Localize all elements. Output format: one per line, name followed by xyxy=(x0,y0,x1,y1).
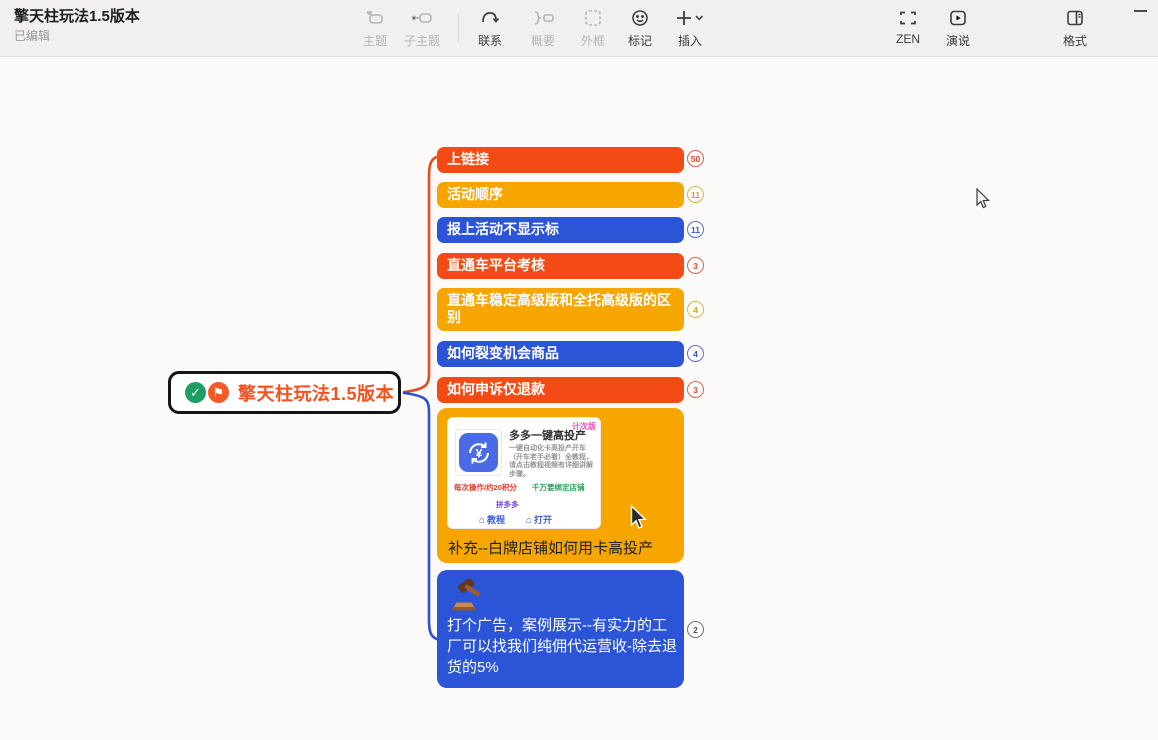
toolbar-topic-label: 主题 xyxy=(363,32,387,49)
badge-value: 4 xyxy=(693,349,698,359)
document-status: 已编辑 xyxy=(14,27,50,44)
badge-value: 11 xyxy=(691,190,700,200)
tool-icon-frame: ¥ xyxy=(455,429,502,476)
badge-value: 50 xyxy=(691,154,700,164)
children-count-badge[interactable]: 4 xyxy=(687,345,704,362)
tool-card-cost-note: 每次操作/约20积分 xyxy=(454,482,517,493)
toolbar-boundary-button[interactable]: 外框 xyxy=(567,6,619,52)
open-button[interactable]: ⌂打开 xyxy=(526,513,552,526)
document-title: 擎天柱玩法1.5版本 xyxy=(14,5,140,26)
svg-text:¥: ¥ xyxy=(475,446,482,460)
topic-node-with-image[interactable]: ¥ 多多一键高投产 计次版 一键自动化卡高投产开车（开车老手必看）全教程，请点击… xyxy=(437,408,684,563)
topic-label: 打个广告，案例展示--有实力的工厂可以找我们纯佣代运营收-除去退货的5% xyxy=(447,615,677,678)
toolbar-summary-button[interactable]: 概要 xyxy=(517,6,569,52)
topic-label: 上链接 xyxy=(437,147,684,173)
topic-label: 报上活动不显示标 xyxy=(437,217,684,243)
badge-value: 3 xyxy=(693,261,698,271)
check-circle-icon[interactable]: ✓ xyxy=(185,382,206,403)
children-count-badge[interactable]: 3 xyxy=(687,257,704,274)
window-minimize-button[interactable] xyxy=(1134,10,1147,12)
topic-label: 补充--白牌店铺如何用卡高投产 xyxy=(448,537,653,558)
tutorial-button-label: 教程 xyxy=(487,515,505,525)
toolbar-insert-label: 插入 xyxy=(678,32,702,49)
open-button-label: 打开 xyxy=(534,515,552,525)
children-count-badge[interactable]: 50 xyxy=(687,150,704,167)
topic-icon xyxy=(364,6,386,30)
toolbar-insert-button[interactable]: 插入 xyxy=(664,6,716,52)
toolbar-present-label: 演说 xyxy=(946,32,970,49)
insert-plus-icon xyxy=(675,6,705,30)
gavel-icon xyxy=(450,579,490,613)
toolbar-format-button[interactable]: 格式 xyxy=(1049,6,1101,52)
toolbar-present-button[interactable]: 演说 xyxy=(932,6,984,52)
format-panel-icon xyxy=(1065,6,1085,30)
mouse-cursor-secondary xyxy=(630,505,648,531)
topic-label: 如何申诉仅退款 xyxy=(437,377,684,403)
topic-node[interactable]: 直通车稳定高级版和全托高级版的区别 xyxy=(437,288,684,331)
topic-node[interactable]: 如何申诉仅退款 xyxy=(437,377,684,403)
tool-card-bind-note: 千万要绑定店铺 xyxy=(532,482,585,493)
toolbar-format-label: 格式 xyxy=(1063,32,1087,49)
toolbar-relationship-label: 联系 xyxy=(478,32,502,49)
mouse-cursor xyxy=(976,188,991,210)
tutorial-button[interactable]: ⌂教程 xyxy=(479,513,505,526)
toolbar-boundary-label: 外框 xyxy=(581,32,605,49)
badge-value: 3 xyxy=(693,385,698,395)
home-icon: ⌂ xyxy=(479,515,485,526)
root-topic[interactable]: ✓ ⚑ 擎天柱玩法1.5版本 xyxy=(168,371,401,414)
flag-circle-icon[interactable]: ⚑ xyxy=(208,382,229,403)
toolbar-marker-button[interactable]: 标记 xyxy=(614,6,666,52)
tool-card-platform: 拼多多 xyxy=(496,499,519,510)
toolbar-divider xyxy=(458,14,459,42)
topic-node[interactable]: 活动顺序 xyxy=(437,182,684,208)
children-count-badge[interactable]: 3 xyxy=(687,381,704,398)
badge-value: 2 xyxy=(693,625,698,635)
topic-node-ad[interactable]: 打个广告，案例展示--有实力的工厂可以找我们纯佣代运营收-除去退货的5% xyxy=(437,570,684,688)
subtopic-icon xyxy=(410,6,434,30)
tool-card-tag: 计次版 xyxy=(572,421,596,432)
tool-card-description: 一键自动化卡高投产开车（开车老手必看）全教程，请点击教程视频有详细讲解步骤。 xyxy=(509,445,598,479)
badge-value: 11 xyxy=(691,225,700,235)
topic-node[interactable]: 报上活动不显示标 xyxy=(437,217,684,243)
children-count-badge[interactable]: 11 xyxy=(687,221,704,238)
topic-label: 直通车稳定高级版和全托高级版的区别 xyxy=(437,288,684,331)
topic-label: 直通车平台考核 xyxy=(437,253,684,279)
toolbar-zen-label: ZEN xyxy=(896,32,920,46)
topbar: 擎天柱玩法1.5版本 已编辑 主题 子主题 联系 概要 xyxy=(0,0,1158,57)
embedded-tool-card-image[interactable]: ¥ 多多一键高投产 计次版 一键自动化卡高投产开车（开车老手必看）全教程，请点击… xyxy=(447,417,601,529)
relationship-icon xyxy=(479,6,501,30)
toolbar-zen-button[interactable]: ZEN xyxy=(882,6,934,52)
yuan-refresh-icon: ¥ xyxy=(459,433,498,472)
toolbar-topic-button[interactable]: 主题 xyxy=(349,6,401,52)
topic-node[interactable]: 如何裂变机会商品 xyxy=(437,341,684,367)
badge-value: 4 xyxy=(693,305,698,315)
marker-smiley-icon xyxy=(630,6,650,30)
toolbar-marker-label: 标记 xyxy=(628,32,652,49)
toolbar-relationship-button[interactable]: 联系 xyxy=(464,6,516,52)
summary-icon xyxy=(531,6,555,30)
home-icon: ⌂ xyxy=(526,515,532,526)
topic-label: 活动顺序 xyxy=(437,182,684,208)
toolbar-subtopic-label: 子主题 xyxy=(404,32,440,49)
root-topic-label: 擎天柱玩法1.5版本 xyxy=(238,380,394,406)
zen-mode-icon xyxy=(898,6,918,30)
topic-node[interactable]: 上链接 xyxy=(437,147,684,173)
toolbar-subtopic-button[interactable]: 子主题 xyxy=(396,6,448,52)
children-count-badge[interactable]: 11 xyxy=(687,186,704,203)
topic-label: 如何裂变机会商品 xyxy=(437,341,684,367)
present-play-icon xyxy=(948,6,968,30)
boundary-icon xyxy=(583,6,603,30)
toolbar-summary-label: 概要 xyxy=(531,32,555,49)
topic-node[interactable]: 直通车平台考核 xyxy=(437,253,684,279)
children-count-badge[interactable]: 2 xyxy=(687,621,704,638)
children-count-badge[interactable]: 4 xyxy=(687,301,704,318)
